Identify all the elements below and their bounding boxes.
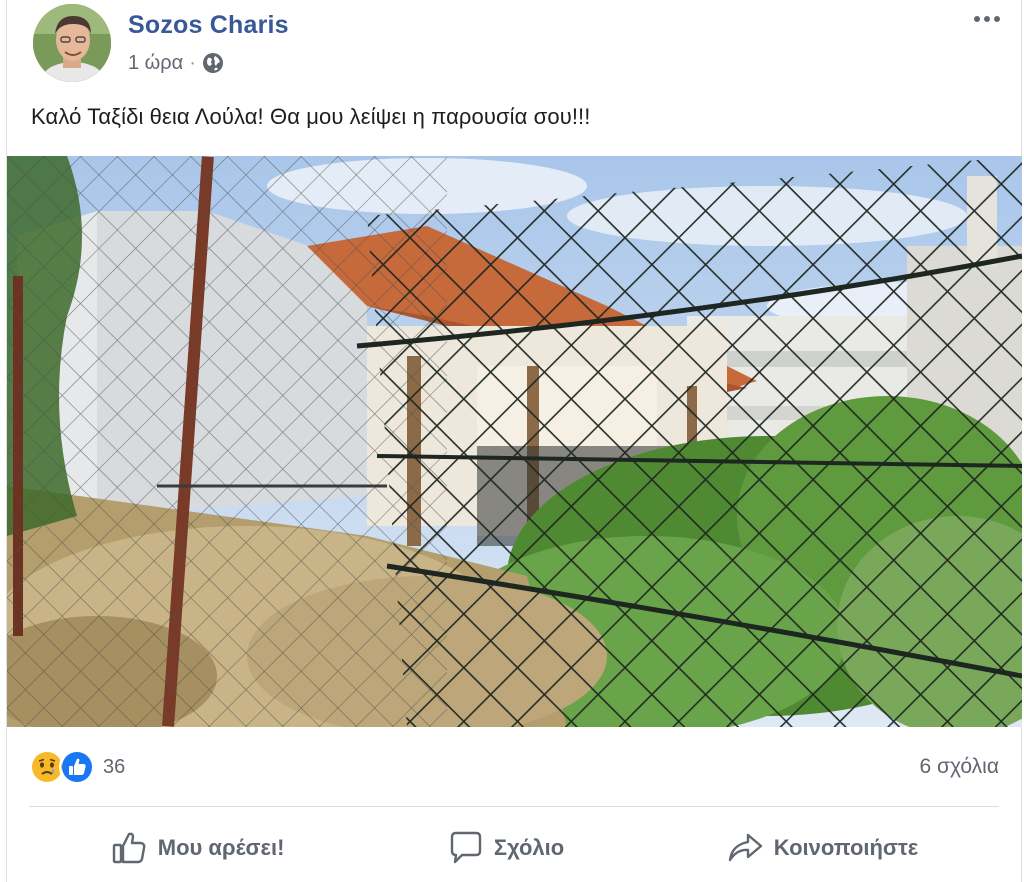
- globe-icon[interactable]: [202, 52, 224, 74]
- comment-bubble-icon: [450, 831, 482, 864]
- post-text: Καλό Ταξίδι θεια Λούλα! Θα μου λείψει η …: [31, 104, 591, 129]
- reaction-count: 36: [103, 755, 126, 778]
- like-button[interactable]: Μου αρέσει!: [90, 821, 305, 875]
- divider: [29, 806, 999, 807]
- meta-separator: ·: [189, 51, 196, 74]
- comments-count-link[interactable]: 6 σχόλια: [919, 755, 999, 779]
- more-options-icon[interactable]: [969, 8, 1005, 30]
- thumbs-up-icon: [112, 832, 146, 864]
- like-reaction-icon: [59, 749, 95, 785]
- post-photo[interactable]: [7, 156, 1022, 727]
- author-avatar[interactable]: [33, 4, 111, 82]
- share-button[interactable]: Κοινοποιήστε: [706, 821, 939, 875]
- comment-button[interactable]: Σχόλιο: [426, 821, 584, 875]
- reactions-summary[interactable]: 36: [29, 748, 125, 786]
- post-time[interactable]: 1 ώρα: [128, 52, 183, 75]
- comment-label: Σχόλιο: [493, 835, 565, 860]
- share-arrow-icon: [728, 833, 762, 862]
- post-card: Sozos Charis 1 ώρα · Καλό Ταξίδι θεια Λο…: [6, 0, 1022, 882]
- like-label: Μου αρέσει!: [157, 835, 285, 860]
- post-meta: 1 ώρα ·: [128, 50, 224, 76]
- action-bar: Μου αρέσει! Σχόλιο Κοινοποιήστε: [29, 812, 999, 882]
- share-label: Κοινοποιήστε: [773, 835, 919, 860]
- author-name[interactable]: Sozos Charis: [128, 11, 289, 40]
